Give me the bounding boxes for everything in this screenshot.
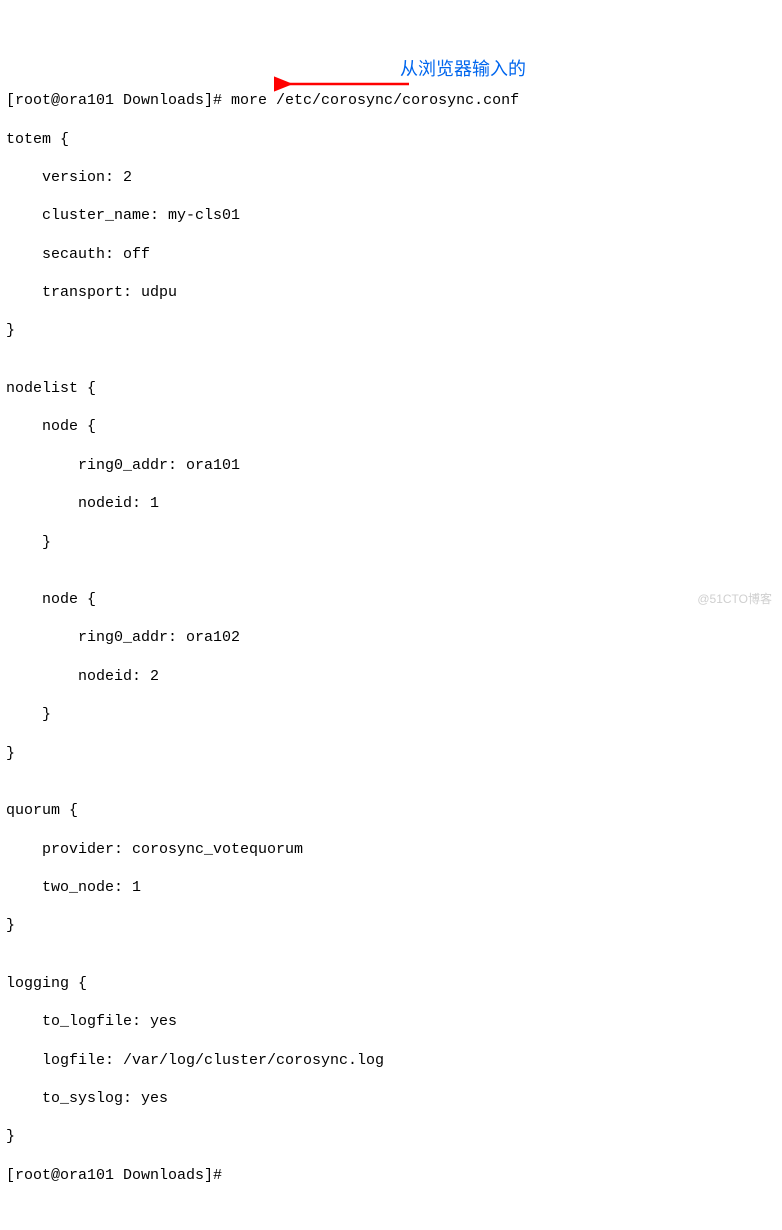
config-line-26: logfile: /var/log/cluster/corosync.log <box>6 1051 776 1070</box>
config-line-5: } <box>6 321 776 340</box>
config-line-3: secauth: off <box>6 245 776 264</box>
config-line-11: } <box>6 533 776 552</box>
prompt-line-2[interactable]: [root@ora101 Downloads]# <box>6 1166 776 1185</box>
config-line-24: logging { <box>6 974 776 993</box>
config-line-16: } <box>6 705 776 724</box>
config-line-4: transport: udpu <box>6 283 776 302</box>
prompt-text: [root@ora101 Downloads]# <box>6 1167 222 1184</box>
config-line-13: node { <box>6 590 776 609</box>
config-line-27: to_syslog: yes <box>6 1089 776 1108</box>
config-line-22: } <box>6 916 776 935</box>
config-line-15: nodeid: 2 <box>6 667 776 686</box>
config-line-20: provider: corosync_votequorum <box>6 840 776 859</box>
watermark-text: @51CTO博客 <box>697 590 772 607</box>
config-line-2: cluster_name: my-cls01 <box>6 206 776 225</box>
annotation-label: 从浏览器输入的 <box>400 55 526 81</box>
config-line-17: } <box>6 744 776 763</box>
config-line-14: ring0_addr: ora102 <box>6 628 776 647</box>
config-line-21: two_node: 1 <box>6 878 776 897</box>
config-line-0: totem { <box>6 130 776 149</box>
config-line-25: to_logfile: yes <box>6 1012 776 1031</box>
config-line-9: ring0_addr: ora101 <box>6 456 776 475</box>
config-line-10: nodeid: 1 <box>6 494 776 513</box>
config-line-1: version: 2 <box>6 168 776 187</box>
terminal-output: [root@ora101 Downloads]# more /etc/coros… <box>0 68 782 1208</box>
prompt-line-1: [root@ora101 Downloads]# more /etc/coros… <box>6 91 776 110</box>
config-line-8: node { <box>6 417 776 436</box>
config-line-7: nodelist { <box>6 379 776 398</box>
config-line-19: quorum { <box>6 801 776 820</box>
config-line-28: } <box>6 1127 776 1146</box>
